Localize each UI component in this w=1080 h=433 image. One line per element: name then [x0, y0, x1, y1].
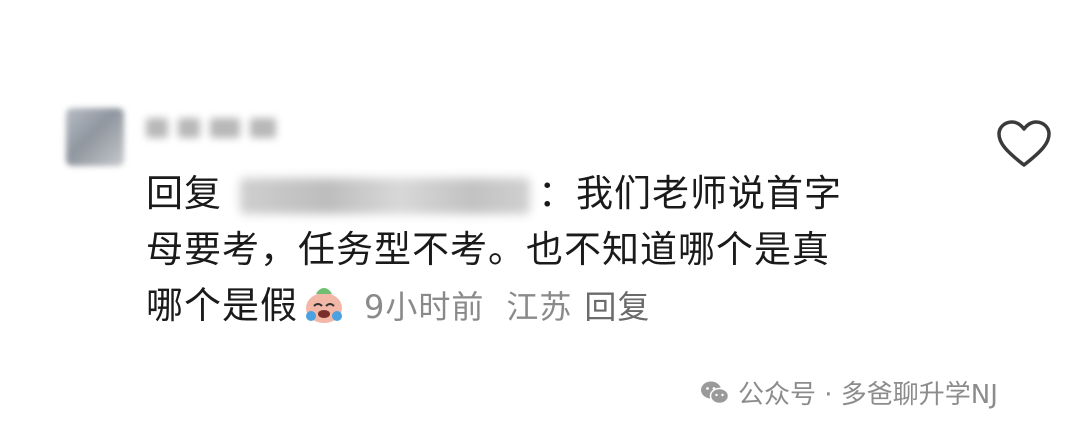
username-blurred[interactable]	[146, 113, 298, 143]
reply-prefix: 回复	[146, 172, 222, 215]
comment-line-2: 母要考，任务型不考。也不知道哪个是真	[146, 222, 946, 278]
crying-laughing-emoji-icon	[306, 288, 342, 323]
reply-target-blurred[interactable]	[240, 177, 530, 214]
avatar[interactable]	[66, 108, 124, 166]
watermark-text: 公众号 · 多爸聊升学NJ	[738, 380, 998, 410]
comment-line-1-text: 我们老师说首字	[576, 172, 842, 215]
heart-outline-icon[interactable]	[996, 119, 1052, 169]
reply-button[interactable]: 回复	[584, 288, 650, 326]
watermark: 公众号 · 多爸聊升学NJ	[700, 374, 998, 411]
wechat-icon	[701, 381, 730, 404]
comment-location: 江苏	[506, 288, 573, 326]
comment-line-3-text: 哪个是假	[146, 284, 298, 327]
comment-item: 回复 ：我们老师说首字 母要考，任务型不考。也不知道哪个是真 哪个是假 9小时前江…	[0, 0, 1080, 433]
comment-time: 9小时前	[364, 288, 485, 326]
colon: ：	[538, 172, 576, 215]
comment-text: 回复 ：我们老师说首字 母要考，任务型不考。也不知道哪个是真 哪个是假 9小时前江…	[146, 166, 946, 334]
comment-line-2-text: 母要考，任务型不考。也不知道哪个是真	[146, 228, 830, 271]
comment-line-3: 哪个是假 9小时前 江苏 回复	[146, 278, 946, 334]
comment-line-1: 回复 ：我们老师说首字	[146, 166, 946, 222]
